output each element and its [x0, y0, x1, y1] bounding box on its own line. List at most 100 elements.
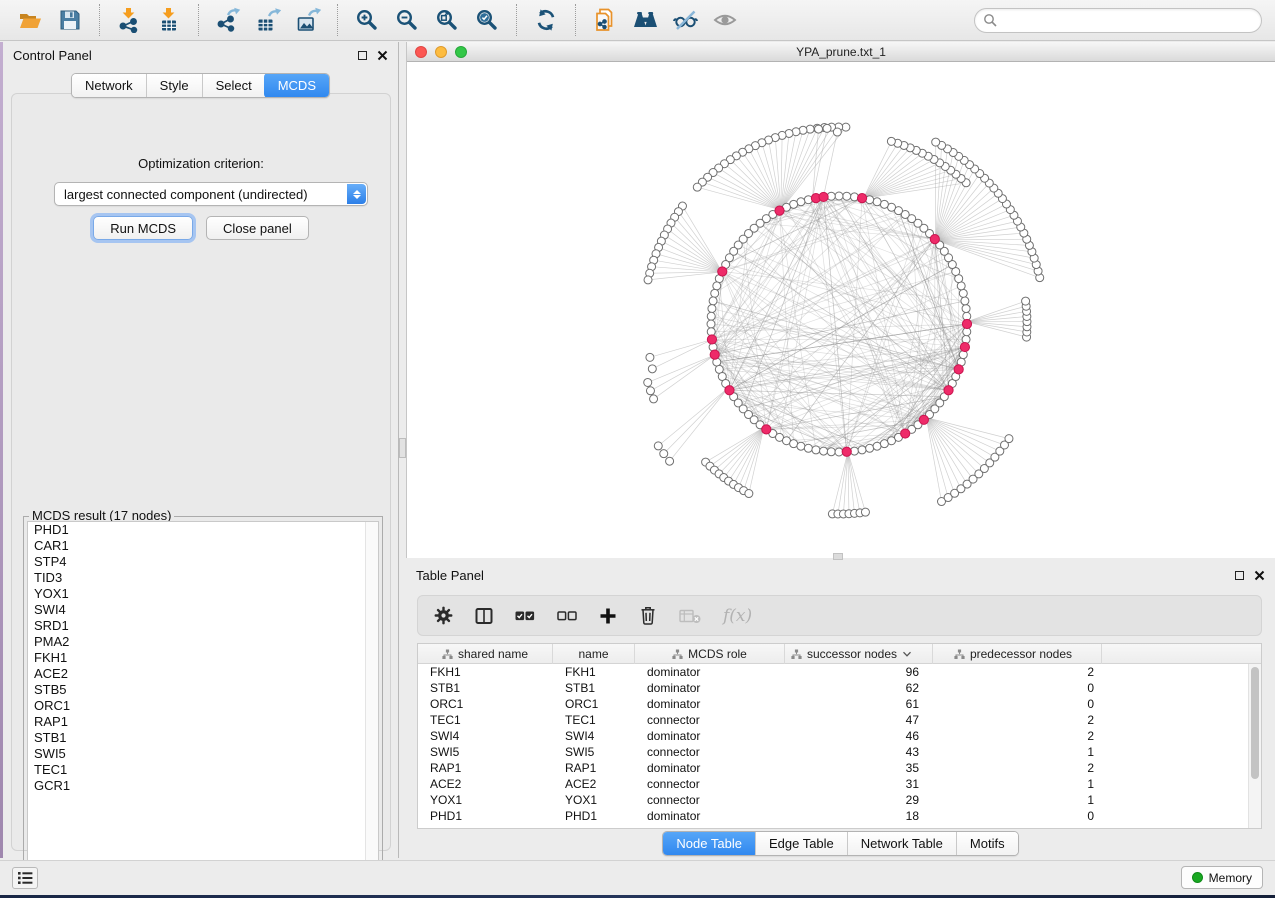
select-all-rows-button[interactable] — [515, 608, 535, 624]
close-icon — [1254, 570, 1265, 581]
function-builder-button[interactable]: f(x) — [723, 606, 752, 626]
result-item: STB1 — [28, 730, 378, 746]
import-table-button[interactable] — [149, 3, 189, 37]
zoom-out-button[interactable] — [387, 3, 427, 37]
network-canvas[interactable] — [407, 62, 1275, 558]
table-panel-title: Table Panel — [416, 568, 1225, 583]
column-header-successor-nodes[interactable]: successor nodes — [785, 644, 933, 664]
float-panel-button[interactable] — [358, 51, 367, 60]
optimization-criterion-select[interactable]: largest connected component (undirected) — [54, 182, 368, 206]
show-columns-button[interactable] — [475, 607, 493, 625]
export-table-icon — [255, 7, 281, 33]
table-tab-network-table[interactable]: Network Table — [847, 832, 956, 855]
select-all-rows-icon — [515, 608, 535, 624]
mcds-buttons: Run MCDS Close panel — [12, 216, 390, 240]
table-row[interactable]: PHD1PHD1dominator180 — [418, 808, 1261, 824]
table-cell: FKH1 — [418, 665, 553, 679]
export-image-icon — [295, 7, 321, 33]
tab-style[interactable]: Style — [146, 74, 202, 97]
result-list-scrollbar[interactable] — [365, 522, 378, 881]
run-mcds-button[interactable]: Run MCDS — [93, 216, 193, 240]
export-network-icon — [215, 7, 241, 33]
float-icon — [358, 51, 367, 60]
hide-graphics-details-button[interactable] — [665, 3, 705, 37]
mcds-result-list[interactable]: PHD1CAR1STP4TID3YOX1SWI4SRD1PMA2FKH1ACE2… — [27, 521, 379, 882]
clone-network-button[interactable] — [585, 3, 625, 37]
zoom-fit-button[interactable] — [427, 3, 467, 37]
add-column-icon — [599, 607, 617, 625]
first-neighbors-button[interactable] — [625, 3, 665, 37]
table-cell: 1 — [933, 745, 1102, 759]
table-row[interactable]: RAP1RAP1dominator352 — [418, 760, 1261, 776]
table-tab-node-table[interactable]: Node Table — [662, 831, 756, 856]
table-cell: 43 — [785, 745, 933, 759]
close-table-panel-button[interactable] — [1254, 570, 1265, 581]
network-view — [407, 62, 1275, 558]
result-item: CAR1 — [28, 538, 378, 554]
column-header-MCDS-role[interactable]: MCDS role — [635, 644, 785, 664]
mcds-result-group: MCDS result (17 nodes) PHD1CAR1STP4TID3Y… — [23, 516, 383, 886]
memory-button[interactable]: Memory — [1181, 866, 1263, 889]
tab-network[interactable]: Network — [72, 74, 146, 97]
show-view-button[interactable] — [705, 3, 745, 37]
close-panel-button[interactable] — [377, 50, 388, 61]
table-cell: 2 — [933, 665, 1102, 679]
tab-select[interactable]: Select — [202, 74, 265, 97]
table-cell: RAP1 — [553, 761, 635, 775]
column-header-predecessor-nodes[interactable]: predecessor nodes — [933, 644, 1102, 664]
cytoscape-window: Control Panel NetworkStyleSelectMCDS Opt… — [0, 0, 1275, 895]
table-row[interactable]: SWI4SWI4dominator462 — [418, 728, 1261, 744]
table-row[interactable]: TEC1TEC1connector472 — [418, 712, 1261, 728]
table-cell: PHD1 — [418, 809, 553, 823]
table-tab-motifs[interactable]: Motifs — [956, 832, 1018, 855]
column-header-shared-name[interactable]: shared name — [418, 644, 553, 664]
horizontal-splitter-handle[interactable] — [833, 553, 843, 560]
save-session-button[interactable] — [50, 3, 90, 37]
close-icon — [377, 50, 388, 61]
table-tab-edge-table[interactable]: Edge Table — [755, 832, 847, 855]
table-cell: RAP1 — [418, 761, 553, 775]
show-panels-menu-button[interactable] — [12, 867, 38, 889]
export-table-button[interactable] — [248, 3, 288, 37]
delete-table-button[interactable] — [679, 608, 701, 624]
table-cell: FKH1 — [553, 665, 635, 679]
table-row[interactable]: SWI5SWI5connector431 — [418, 744, 1261, 760]
table-cell: 31 — [785, 777, 933, 791]
table-settings-button[interactable] — [434, 606, 453, 625]
table-scrollbar-thumb[interactable] — [1251, 667, 1259, 779]
clear-selection-button[interactable] — [557, 608, 577, 624]
tab-mcds[interactable]: MCDS — [264, 73, 330, 98]
search-icon — [983, 13, 998, 28]
table-cell: 35 — [785, 761, 933, 775]
vertical-splitter-handle[interactable] — [399, 438, 406, 458]
table-cell: connector — [635, 745, 785, 759]
search-input[interactable] — [998, 11, 1261, 31]
table-cell: dominator — [635, 665, 785, 679]
import-network-button[interactable] — [109, 3, 149, 37]
open-session-button[interactable] — [10, 3, 50, 37]
zoom-in-icon — [354, 7, 380, 33]
zoom-selected-button[interactable] — [467, 3, 507, 37]
network-titlebar: YPA_prune.txt_1 — [407, 42, 1275, 62]
table-row[interactable]: STB1STB1dominator620 — [418, 680, 1261, 696]
result-item: STB5 — [28, 682, 378, 698]
add-column-button[interactable] — [599, 607, 617, 625]
float-table-panel-button[interactable] — [1235, 571, 1244, 580]
memory-label: Memory — [1209, 871, 1252, 885]
open-session-icon — [17, 7, 43, 33]
close-panel-button-mcds[interactable]: Close panel — [206, 216, 309, 240]
export-image-button[interactable] — [288, 3, 328, 37]
delete-column-button[interactable] — [639, 606, 657, 625]
table-row[interactable]: ACE2ACE2connector311 — [418, 776, 1261, 792]
status-bar: Memory — [0, 860, 1275, 895]
table-row[interactable]: YOX1YOX1connector291 — [418, 792, 1261, 808]
table-settings-gear-icon — [434, 606, 453, 625]
table-row[interactable]: ORC1ORC1dominator610 — [418, 696, 1261, 712]
zoom-in-button[interactable] — [347, 3, 387, 37]
control-panel-header: Control Panel — [3, 42, 398, 68]
refresh-view-button[interactable] — [526, 3, 566, 37]
export-network-button[interactable] — [208, 3, 248, 37]
table-scrollbar[interactable] — [1248, 664, 1261, 828]
table-row[interactable]: FKH1FKH1dominator962 — [418, 664, 1261, 680]
column-header-name[interactable]: name — [553, 644, 635, 664]
